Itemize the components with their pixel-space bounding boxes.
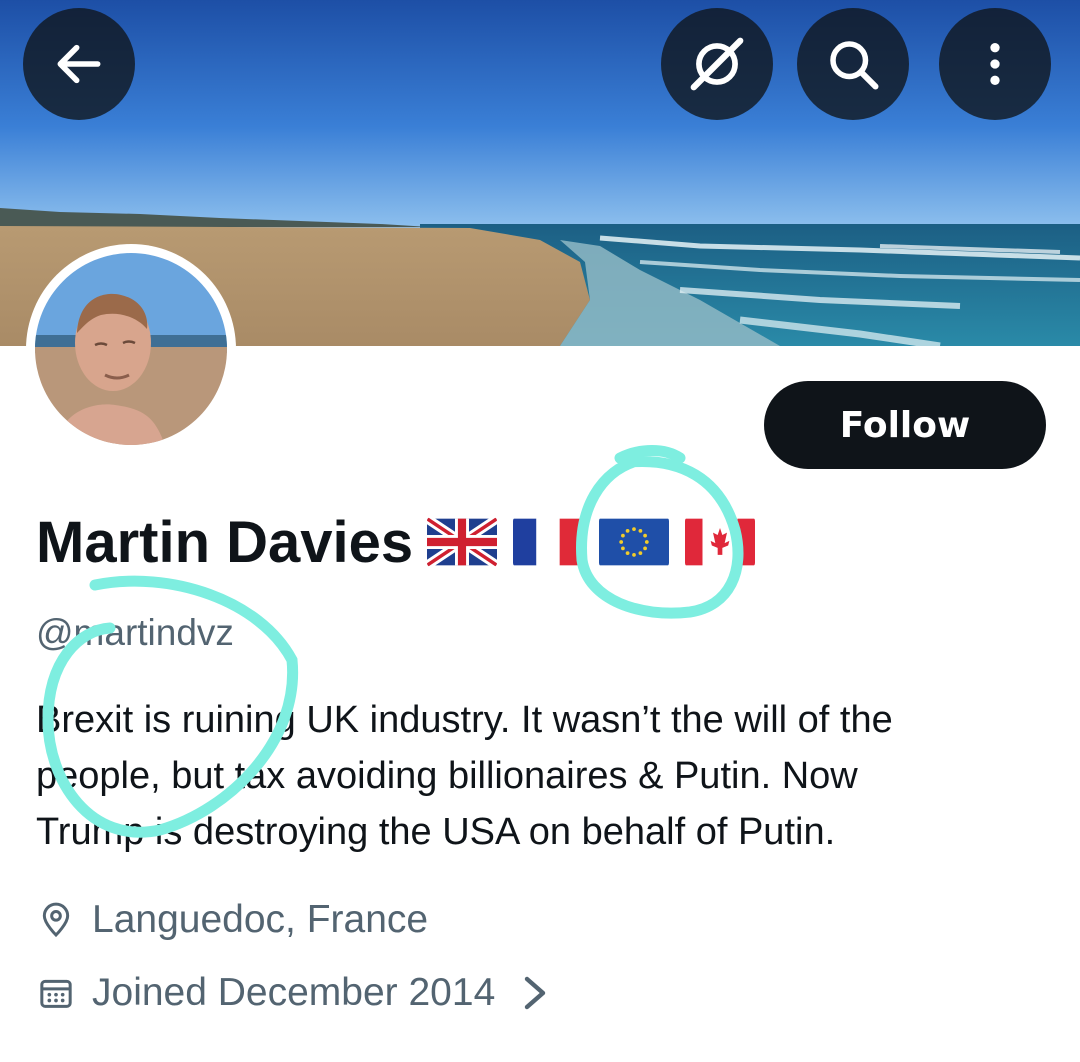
name-row: Martin Davies bbox=[36, 502, 756, 582]
avatar[interactable] bbox=[26, 244, 236, 454]
profile-bio: Brexit is ruining UK industry. It wasn’t… bbox=[36, 699, 893, 853]
chevron-right-icon bbox=[525, 976, 546, 1010]
uk-flag-icon bbox=[427, 517, 498, 567]
canada-flag-icon bbox=[685, 517, 756, 567]
location-pin-icon bbox=[42, 902, 70, 938]
grok-icon bbox=[690, 37, 744, 91]
calendar-icon bbox=[40, 979, 72, 1008]
user-handle: @martindvz bbox=[36, 612, 234, 653]
location-row: Languedoc, France bbox=[36, 895, 428, 945]
follow-button[interactable]: Follow bbox=[764, 381, 1046, 469]
avatar-photo bbox=[35, 253, 227, 445]
display-name: Martin Davies bbox=[36, 509, 414, 575]
back-arrow-icon bbox=[57, 44, 101, 84]
grok-button[interactable] bbox=[661, 8, 773, 120]
more-icon bbox=[990, 43, 1000, 85]
eu-flag-icon bbox=[599, 517, 670, 567]
search-button[interactable] bbox=[797, 8, 909, 120]
more-options-button[interactable] bbox=[939, 8, 1051, 120]
location-text: Languedoc, France bbox=[92, 898, 429, 941]
joined-row[interactable]: Joined December 2014 bbox=[36, 968, 549, 1018]
france-flag-icon bbox=[513, 517, 584, 567]
joined-date-text: Joined December 2014 bbox=[92, 971, 496, 1014]
search-icon bbox=[830, 41, 879, 90]
flag-emojis bbox=[427, 517, 756, 567]
back-button[interactable] bbox=[23, 8, 135, 120]
